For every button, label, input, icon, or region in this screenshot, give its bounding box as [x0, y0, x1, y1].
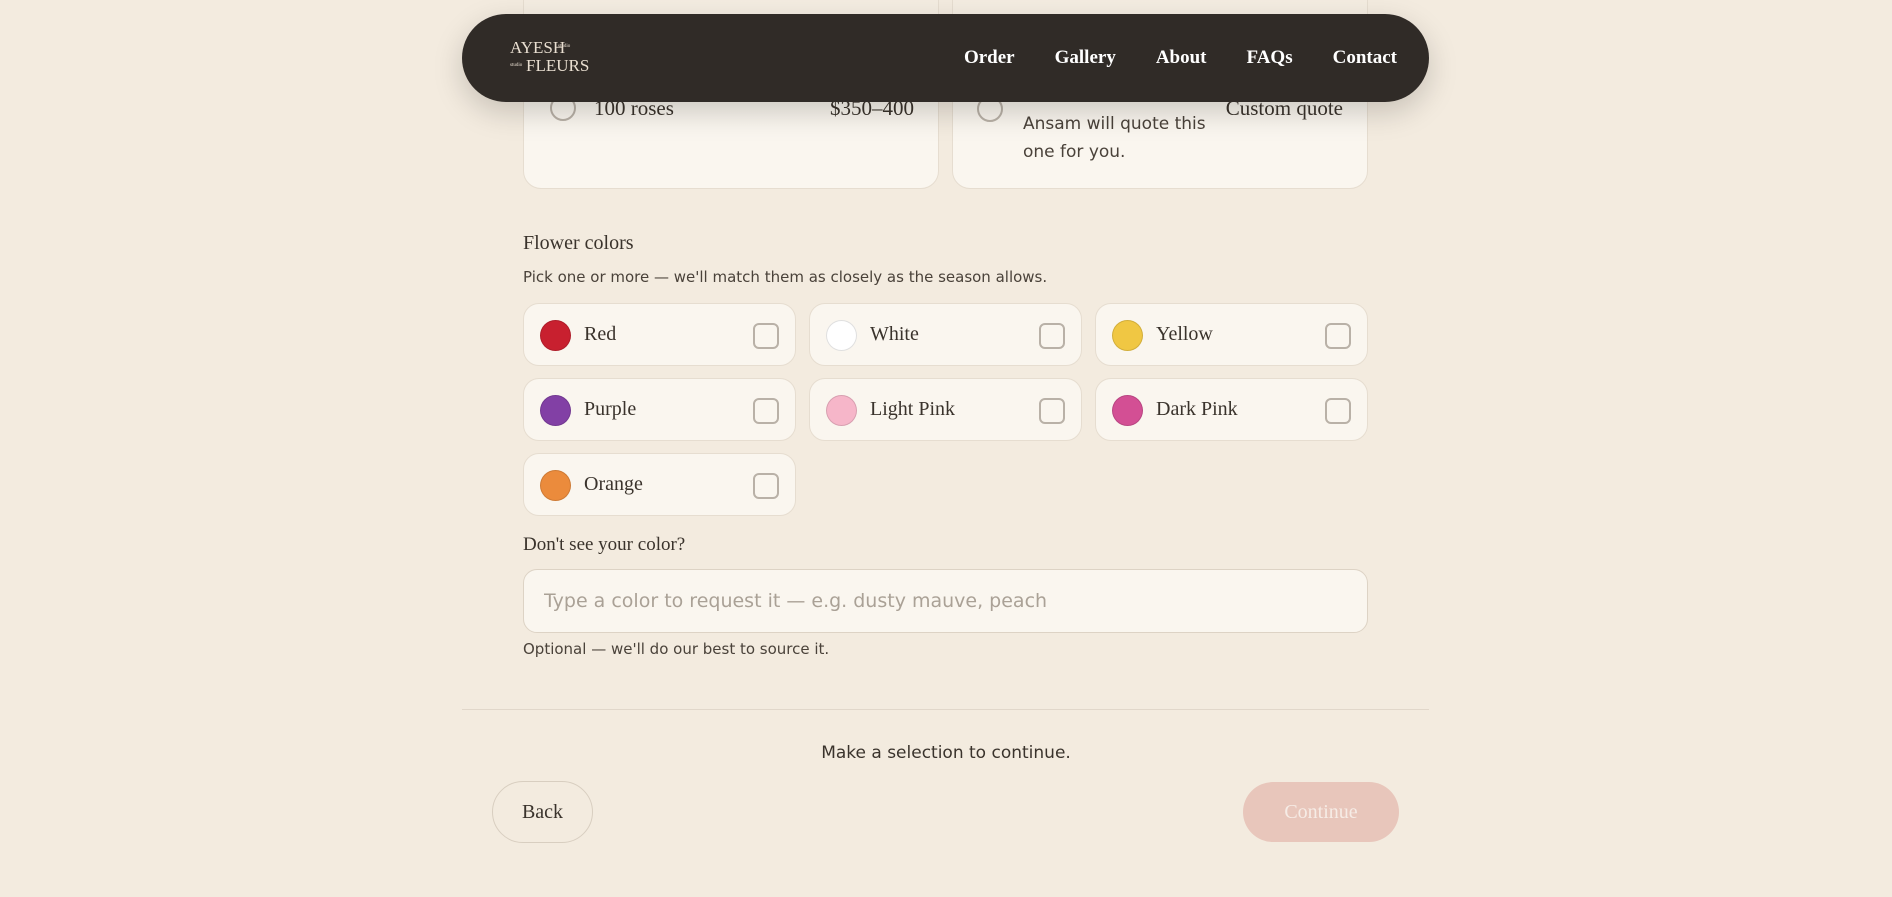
footer-divider	[462, 709, 1429, 710]
top-nav: AYESH studio studio FLEURS Order Gallery…	[462, 14, 1429, 102]
brand-logo[interactable]: AYESH studio studio FLEURS	[510, 38, 589, 78]
nav-link-gallery[interactable]: Gallery	[1055, 47, 1116, 69]
custom-color-help: Optional — we'll do our best to source i…	[523, 640, 830, 658]
color-swatch	[1112, 320, 1143, 351]
custom-color-label: Don't see your color?	[523, 534, 686, 555]
color-checkbox[interactable]	[1039, 323, 1065, 349]
custom-color-input[interactable]	[523, 569, 1368, 633]
logo-small1: studio	[558, 44, 571, 49]
color-name: Light Pink	[870, 398, 956, 420]
size-note: Ansam will quote this one for you.	[1023, 114, 1206, 162]
nav-link-about[interactable]: About	[1156, 47, 1207, 69]
color-swatch	[540, 395, 571, 426]
color-name: Yellow	[1156, 323, 1213, 345]
color-option-purple[interactable]: Purple	[523, 378, 796, 441]
color-name: Red	[584, 323, 617, 345]
color-option-yellow[interactable]: Yellow	[1095, 303, 1368, 366]
color-checkbox[interactable]	[753, 473, 779, 499]
color-option-red[interactable]: Red	[523, 303, 796, 366]
nav-link-faqs[interactable]: FAQs	[1247, 47, 1293, 69]
color-checkbox[interactable]	[1039, 398, 1065, 424]
selection-status: Make a selection to continue.	[821, 743, 1071, 763]
color-swatch	[540, 320, 571, 351]
color-checkbox[interactable]	[753, 323, 779, 349]
color-swatch	[1112, 395, 1143, 426]
flower-colors-title: Flower colors	[523, 232, 634, 254]
color-swatch	[826, 320, 857, 351]
continue-button[interactable]: Continue	[1243, 782, 1399, 842]
color-option-orange[interactable]: Orange	[523, 453, 796, 516]
color-swatch	[540, 470, 571, 501]
color-swatch	[826, 395, 857, 426]
color-name: White	[870, 323, 919, 345]
color-name: Purple	[584, 398, 637, 420]
nav-link-contact[interactable]: Contact	[1333, 47, 1397, 69]
color-option-light-pink[interactable]: Light Pink	[809, 378, 1082, 441]
flower-colors-subtitle: Pick one or more — we'll match them as c…	[523, 268, 1048, 286]
color-option-dark-pink[interactable]: Dark Pink	[1095, 378, 1368, 441]
color-checkbox[interactable]	[1325, 398, 1351, 424]
logo-line2: FLEURS	[526, 56, 590, 75]
color-name: Orange	[584, 473, 643, 495]
color-checkbox[interactable]	[753, 398, 779, 424]
color-checkbox[interactable]	[1325, 323, 1351, 349]
back-button[interactable]: Back	[492, 781, 593, 843]
nav-link-order[interactable]: Order	[964, 47, 1015, 69]
color-option-white[interactable]: White	[809, 303, 1082, 366]
logo-line1: AYESH	[510, 38, 566, 57]
nav-links: Order Gallery About FAQs Contact	[964, 14, 1397, 102]
color-name: Dark Pink	[1156, 398, 1238, 420]
logo-small2: studio	[510, 63, 523, 68]
